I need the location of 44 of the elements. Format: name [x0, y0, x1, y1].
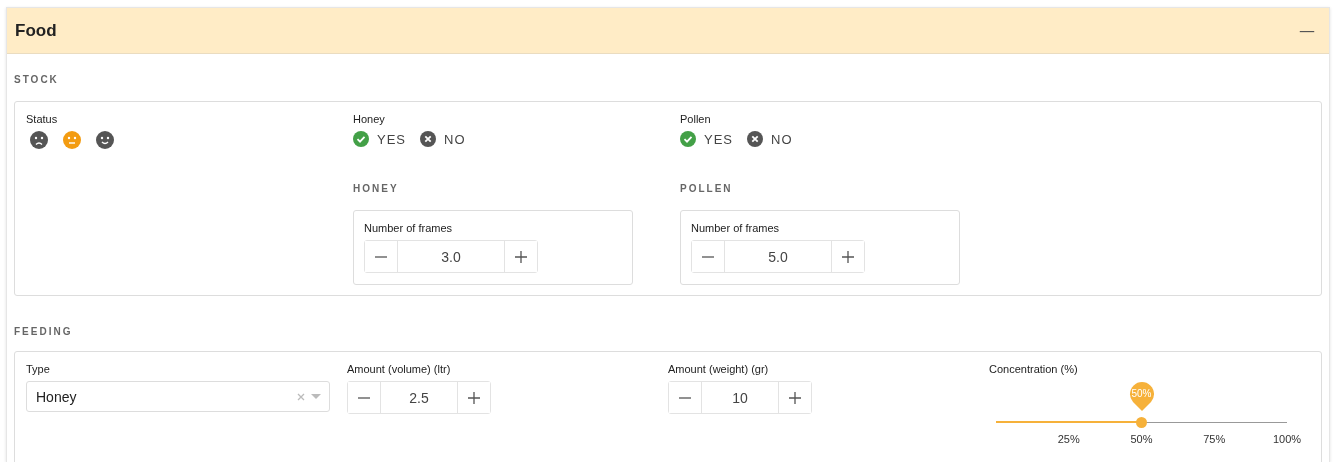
- field-label: Amount (volume) (ltr): [347, 363, 451, 375]
- neutral-face-icon[interactable]: [63, 131, 81, 149]
- value-tooltip: 50%: [1128, 381, 1155, 411]
- tick-label: 25%: [1057, 433, 1080, 445]
- sad-face-icon[interactable]: [30, 131, 48, 149]
- number-stepper[interactable]: 3.0: [364, 240, 538, 273]
- section-heading: POLLEN: [680, 183, 733, 194]
- number-stepper[interactable]: 2.5: [347, 381, 491, 414]
- plus-icon: [789, 391, 801, 404]
- happy-face-icon[interactable]: [96, 131, 114, 149]
- number-stepper[interactable]: 5.0: [691, 240, 865, 273]
- field-label: Type: [26, 363, 50, 375]
- clear-icon[interactable]: [297, 392, 305, 401]
- x-circle-icon: [747, 131, 763, 147]
- yes-option[interactable]: YES: [680, 131, 733, 147]
- check-circle-icon: [680, 131, 696, 147]
- tick-label: 50%: [1130, 433, 1153, 445]
- field-label: Number of frames: [364, 222, 454, 234]
- check-circle-icon: [353, 131, 369, 147]
- no-option[interactable]: NO: [747, 131, 793, 147]
- plus-icon: [515, 250, 527, 263]
- section-heading: STOCK: [14, 74, 60, 85]
- field-label: Pollen: [680, 113, 711, 125]
- dropdown-caret-icon: [311, 393, 321, 400]
- concentration-slider[interactable]: 50% 25% 50% 75% 100%: [996, 381, 1301, 447]
- field-label: Amount (weight) (gr): [668, 363, 769, 375]
- field-label: Honey: [353, 113, 385, 125]
- section-heading: HONEY: [353, 183, 399, 194]
- field-label: Status: [26, 113, 58, 125]
- tick-label: 100%: [1272, 433, 1302, 445]
- x-circle-icon: [420, 131, 436, 147]
- field-label: Number of frames: [691, 222, 781, 234]
- plus-icon: [468, 391, 480, 404]
- field-label: Concentration (%): [989, 363, 1078, 375]
- tick-label: 75%: [1203, 433, 1226, 445]
- yes-option[interactable]: YES: [353, 131, 406, 147]
- panel-title: Food: [15, 20, 57, 41]
- number-stepper[interactable]: 10: [668, 381, 812, 414]
- no-option[interactable]: NO: [420, 131, 466, 147]
- type-select[interactable]: Honey: [26, 381, 330, 412]
- section-heading: FEEDING: [14, 326, 74, 337]
- slider-thumb[interactable]: [1136, 417, 1147, 428]
- plus-icon: [842, 250, 854, 263]
- collapse-button[interactable]: —: [1293, 21, 1321, 40]
